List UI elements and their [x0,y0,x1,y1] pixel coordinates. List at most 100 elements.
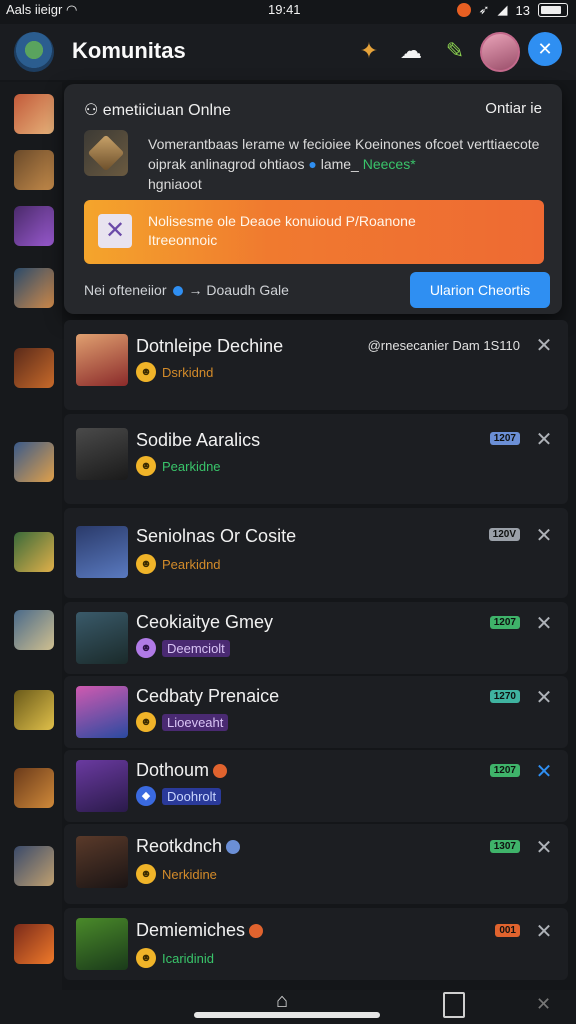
rail-item[interactable] [14,690,54,730]
status-icon: ☻ [136,554,156,574]
avatar [76,334,128,386]
member-status: ☻ Icaridinid [136,948,214,968]
app-header: Komunitas ✦ ☁ ✎ ✕ [0,24,576,80]
list-item[interactable]: Demiemiches ☻ Icaridinid 001 ✕ [64,908,568,980]
close-icon[interactable]: ✕ [534,762,554,782]
rail-item[interactable] [14,532,54,572]
wand-icon[interactable]: ✎ [438,34,472,68]
member-name: Seniolnas Or Cosite [136,526,297,546]
level-badge: 1207 [489,764,520,777]
status-icons: ➶ ◢ 13 [456,2,568,18]
close-icon[interactable]: ✕ [534,430,554,450]
battery-percent: 13 [515,2,530,18]
member-status: ☻ Pearkidne [136,456,221,476]
notification-icon [456,3,471,17]
banner-text: Nolisesme ole Deaoe konuioud P/Roanone I… [148,213,416,248]
swords-icon[interactable]: ✦ [352,34,386,68]
profile-avatar[interactable] [480,32,520,72]
member-name: Ceokiaitye Gmey [136,612,274,632]
verified-icon: ● [308,156,317,172]
avatar [76,686,128,738]
clock: 19:41 [268,2,301,17]
rail-item[interactable] [14,206,54,246]
cloud-icon[interactable]: ☁ [394,34,428,68]
member-status: ☻ Nerkidine [136,864,217,884]
status-dot-icon [172,286,183,297]
rail-item[interactable] [14,610,54,650]
page-title: Komunitas [72,38,186,63]
rail-item[interactable] [14,924,54,964]
list-item[interactable]: Dotnleipe Dechine ☻ Dsrkidnd @rnesecanie… [64,320,568,410]
badge-icon [249,924,264,939]
primary-action-button[interactable]: Ularion Cheortis [410,272,550,308]
avatar [76,836,128,888]
level-badge: 001 [495,924,520,937]
battery-icon [538,3,568,17]
close-icon[interactable]: ✕ [534,688,554,708]
popup-footer: Nei ofteneiior → Doaudh Gale [84,282,289,298]
badge-icon [213,764,228,779]
status-icon: ☻ [136,864,156,884]
member-name: Demiemiches [136,920,264,941]
status-icon: ◆ [136,786,156,806]
avatar [76,428,128,480]
member-status: ☻ Dsrkidnd [136,362,213,382]
alert-banner[interactable]: ✕ Nolisesme ole Deaoe konuioud P/Roanone… [84,200,544,264]
rail-item[interactable] [14,348,54,388]
member-status: ☻ Pearkidnd [136,554,221,574]
avatar [76,918,128,970]
member-status: ☻ Lioeveaht [136,712,229,732]
document-icon[interactable] [443,992,465,1018]
list-item[interactable]: Sodibe Aaralics ☻ Pearkidne 1207 ✕ [64,414,568,504]
rail-item[interactable] [14,94,54,134]
member-name: Dothoum [136,760,228,781]
close-icon[interactable]: ✕ [534,336,554,356]
rail-item[interactable] [14,150,54,190]
member-meta: @rnesecanier Dam 1S110 [367,338,520,353]
member-name: Dotnleipe Dechine [136,336,284,356]
list-item[interactable]: Dothoum ◆ Doohrolt 1207 ✕ [64,750,568,822]
close-icon[interactable]: ✕ [534,922,554,942]
list-item[interactable]: Reotkdnch ☻ Nerkidine 1307 ✕ [64,824,568,904]
avatar [76,760,128,812]
close-icon[interactable]: ✕ [98,214,132,248]
home-indicator[interactable] [194,1012,380,1018]
group-icon: ⚇ [84,102,99,119]
level-badge: 120V [488,528,520,541]
notification-popup: ⚇ emetiiciuan Onlne Ontiar ie Vomerantba… [64,84,562,314]
member-status: ☻ Deemciolt [136,638,230,658]
close-icon[interactable]: ✕ [534,526,554,546]
home-icon[interactable]: ⌂ [276,990,298,1012]
carrier-label: Aals iieigr ◠ [6,2,78,17]
close-icon[interactable]: ✕ [528,32,562,66]
level-badge: 1270 [489,690,520,703]
status-icon: ☻ [136,362,156,382]
rail-item[interactable] [14,268,54,308]
badge-icon [226,840,241,855]
list-item[interactable]: Ceokiaitye Gmey ☻ Deemciolt 1207 ✕ [64,602,568,674]
member-name: Cedbaty Prenaice [136,686,280,706]
level-badge: 1207 [489,432,520,445]
rail-item[interactable] [14,768,54,808]
close-icon[interactable]: ✕ [534,838,554,858]
member-name: Sodibe Aaralics [136,430,261,450]
list-item[interactable]: Seniolnas Or Cosite ☻ Pearkidnd 120V ✕ [64,508,568,598]
status-icon: ☻ [136,948,156,968]
level-badge: 1307 [489,840,520,853]
close-icon[interactable]: ✕ [536,994,551,1015]
avatar [76,612,128,664]
popup-status: Ontiar ie [485,100,542,117]
list-item[interactable]: Cedbaty Prenaice ☻ Lioeveaht 1270 ✕ [64,676,568,748]
popup-title: ⚇ emetiiciuan Onlne [84,102,231,119]
signal-icon: ◢ [497,2,508,17]
close-icon[interactable]: ✕ [534,614,554,634]
rail-item[interactable] [14,846,54,886]
status-icon: ☻ [136,712,156,732]
location-icon: ➶ [478,2,490,17]
server-rail [0,82,62,992]
status-icon: ☻ [136,456,156,476]
level-badge: 1207 [489,616,520,629]
item-thumbnail [84,130,128,176]
app-logo[interactable] [14,32,54,72]
rail-item[interactable] [14,442,54,482]
